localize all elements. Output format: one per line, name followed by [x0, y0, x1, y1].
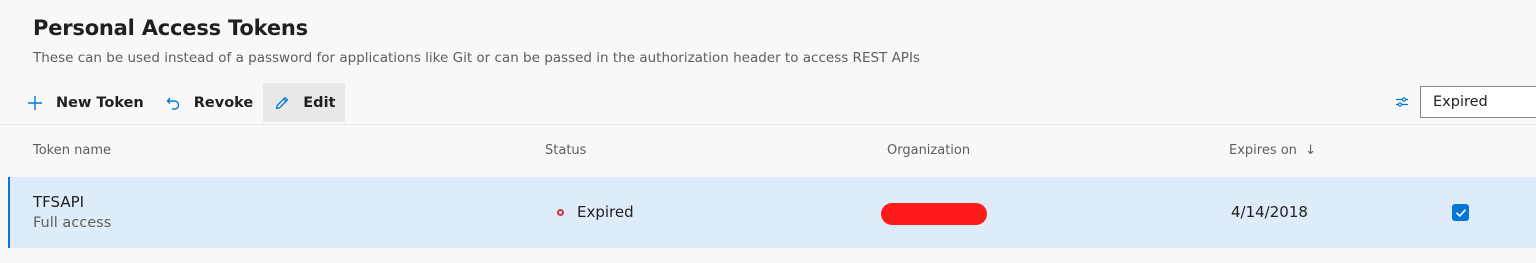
status-filter-input[interactable]: Expired	[1420, 86, 1536, 118]
sort-descending-icon: ↓	[1305, 143, 1316, 158]
table-body-empty-area	[0, 248, 1536, 263]
filter-settings-icon[interactable]	[1393, 93, 1411, 111]
checkmark-icon	[1455, 208, 1466, 217]
redacted-organization	[881, 203, 987, 225]
column-header-status[interactable]: Status	[545, 143, 586, 158]
revoke-label: Revoke	[193, 94, 254, 111]
pencil-icon	[273, 94, 291, 112]
expires-on-label: Expires on	[1229, 143, 1297, 158]
column-header-expires-on[interactable]: Expires on ↓	[1229, 143, 1316, 158]
row-select-checkbox[interactable]	[1452, 204, 1469, 221]
column-header-token-name[interactable]: Token name	[33, 143, 111, 158]
token-name: TFSAPI	[33, 193, 85, 211]
undo-icon	[164, 94, 182, 112]
token-scope: Full access	[33, 215, 112, 231]
page-subtitle: These can be used instead of a password …	[33, 50, 920, 66]
expires-on-value: 4/14/2018	[1231, 203, 1308, 221]
table-row[interactable]: TFSAPI Full access Expired 4/14/2018	[8, 177, 1536, 248]
table-header: Token name Status Organization Expires o…	[0, 124, 1536, 176]
personal-access-tokens-page: Personal Access Tokens These can be used…	[0, 0, 1536, 263]
edit-button[interactable]: Edit	[263, 83, 346, 122]
plus-icon	[26, 94, 44, 112]
toolbar: New Token Revoke Edit	[16, 83, 346, 122]
filter-area: Expired	[1393, 86, 1536, 118]
new-token-label: New Token	[56, 94, 144, 111]
revoke-button[interactable]: Revoke	[154, 83, 264, 122]
status-label: Expired	[577, 203, 634, 221]
token-status: Expired	[557, 203, 634, 221]
column-header-organization[interactable]: Organization	[887, 143, 970, 158]
edit-label: Edit	[303, 94, 336, 111]
status-circle-icon	[557, 208, 564, 216]
new-token-button[interactable]: New Token	[16, 83, 154, 122]
page-title: Personal Access Tokens	[33, 16, 308, 40]
